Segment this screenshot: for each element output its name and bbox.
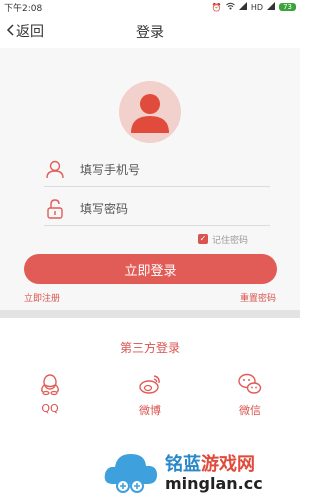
network-type: HD bbox=[250, 2, 264, 12]
watermark-brand: 铭蓝游戏网 bbox=[165, 450, 255, 476]
phone-underline bbox=[44, 186, 270, 187]
wechat-login-button[interactable]: 微信 bbox=[220, 372, 280, 418]
lock-icon bbox=[44, 198, 66, 220]
wechat-icon bbox=[238, 372, 262, 396]
wifi-icon bbox=[226, 2, 235, 12]
qq-icon bbox=[38, 372, 62, 396]
password-underline bbox=[44, 225, 270, 226]
user-icon bbox=[44, 159, 66, 181]
phone-input[interactable] bbox=[80, 159, 260, 181]
page-title: 登录 bbox=[136, 25, 164, 41]
remember-checkbox[interactable]: ✓ bbox=[198, 234, 208, 244]
section-divider bbox=[0, 310, 300, 318]
remember-label: 记住密码 bbox=[212, 235, 249, 246]
watermark-cloud-icon bbox=[103, 446, 159, 494]
user-avatar-icon bbox=[131, 94, 169, 133]
remember-password[interactable]: ✓ 记住密码 bbox=[198, 232, 248, 246]
watermark-brand-part2: 游戏网 bbox=[201, 454, 255, 475]
watermark-brand-part1: 铭蓝 bbox=[165, 454, 201, 475]
weibo-login-button[interactable]: 微博 bbox=[120, 372, 180, 418]
status-bar: 下午2:08 ⏰ HD 73 bbox=[0, 0, 300, 14]
nav-bar: 返回 登录 bbox=[0, 14, 300, 48]
qq-label: QQ bbox=[41, 402, 59, 415]
login-form-area: ✓ 记住密码 立即登录 立即注册 重置密码 bbox=[0, 48, 300, 310]
third-party-title: 第三方登录 bbox=[119, 341, 180, 355]
reset-password-link[interactable]: 重置密码 bbox=[240, 291, 276, 304]
status-indicators: ⏰ HD 73 bbox=[212, 0, 296, 14]
qq-login-button[interactable]: QQ bbox=[20, 372, 80, 415]
signal-icon bbox=[267, 2, 276, 12]
status-time: 下午2:08 bbox=[4, 4, 43, 14]
weibo-icon bbox=[138, 372, 162, 396]
avatar bbox=[119, 81, 181, 143]
wechat-label: 微信 bbox=[239, 404, 261, 417]
password-input[interactable] bbox=[80, 198, 260, 220]
login-button[interactable]: 立即登录 bbox=[24, 254, 277, 284]
phone-row bbox=[44, 155, 270, 187]
battery-icon: 73 bbox=[279, 3, 296, 11]
register-link[interactable]: 立即注册 bbox=[24, 291, 60, 304]
weibo-label: 微博 bbox=[139, 404, 161, 417]
signal-icon bbox=[238, 2, 247, 12]
watermark-domain: minglan.cc bbox=[165, 474, 263, 493]
password-row bbox=[44, 194, 270, 226]
alarm-icon: ⏰ bbox=[211, 2, 222, 12]
